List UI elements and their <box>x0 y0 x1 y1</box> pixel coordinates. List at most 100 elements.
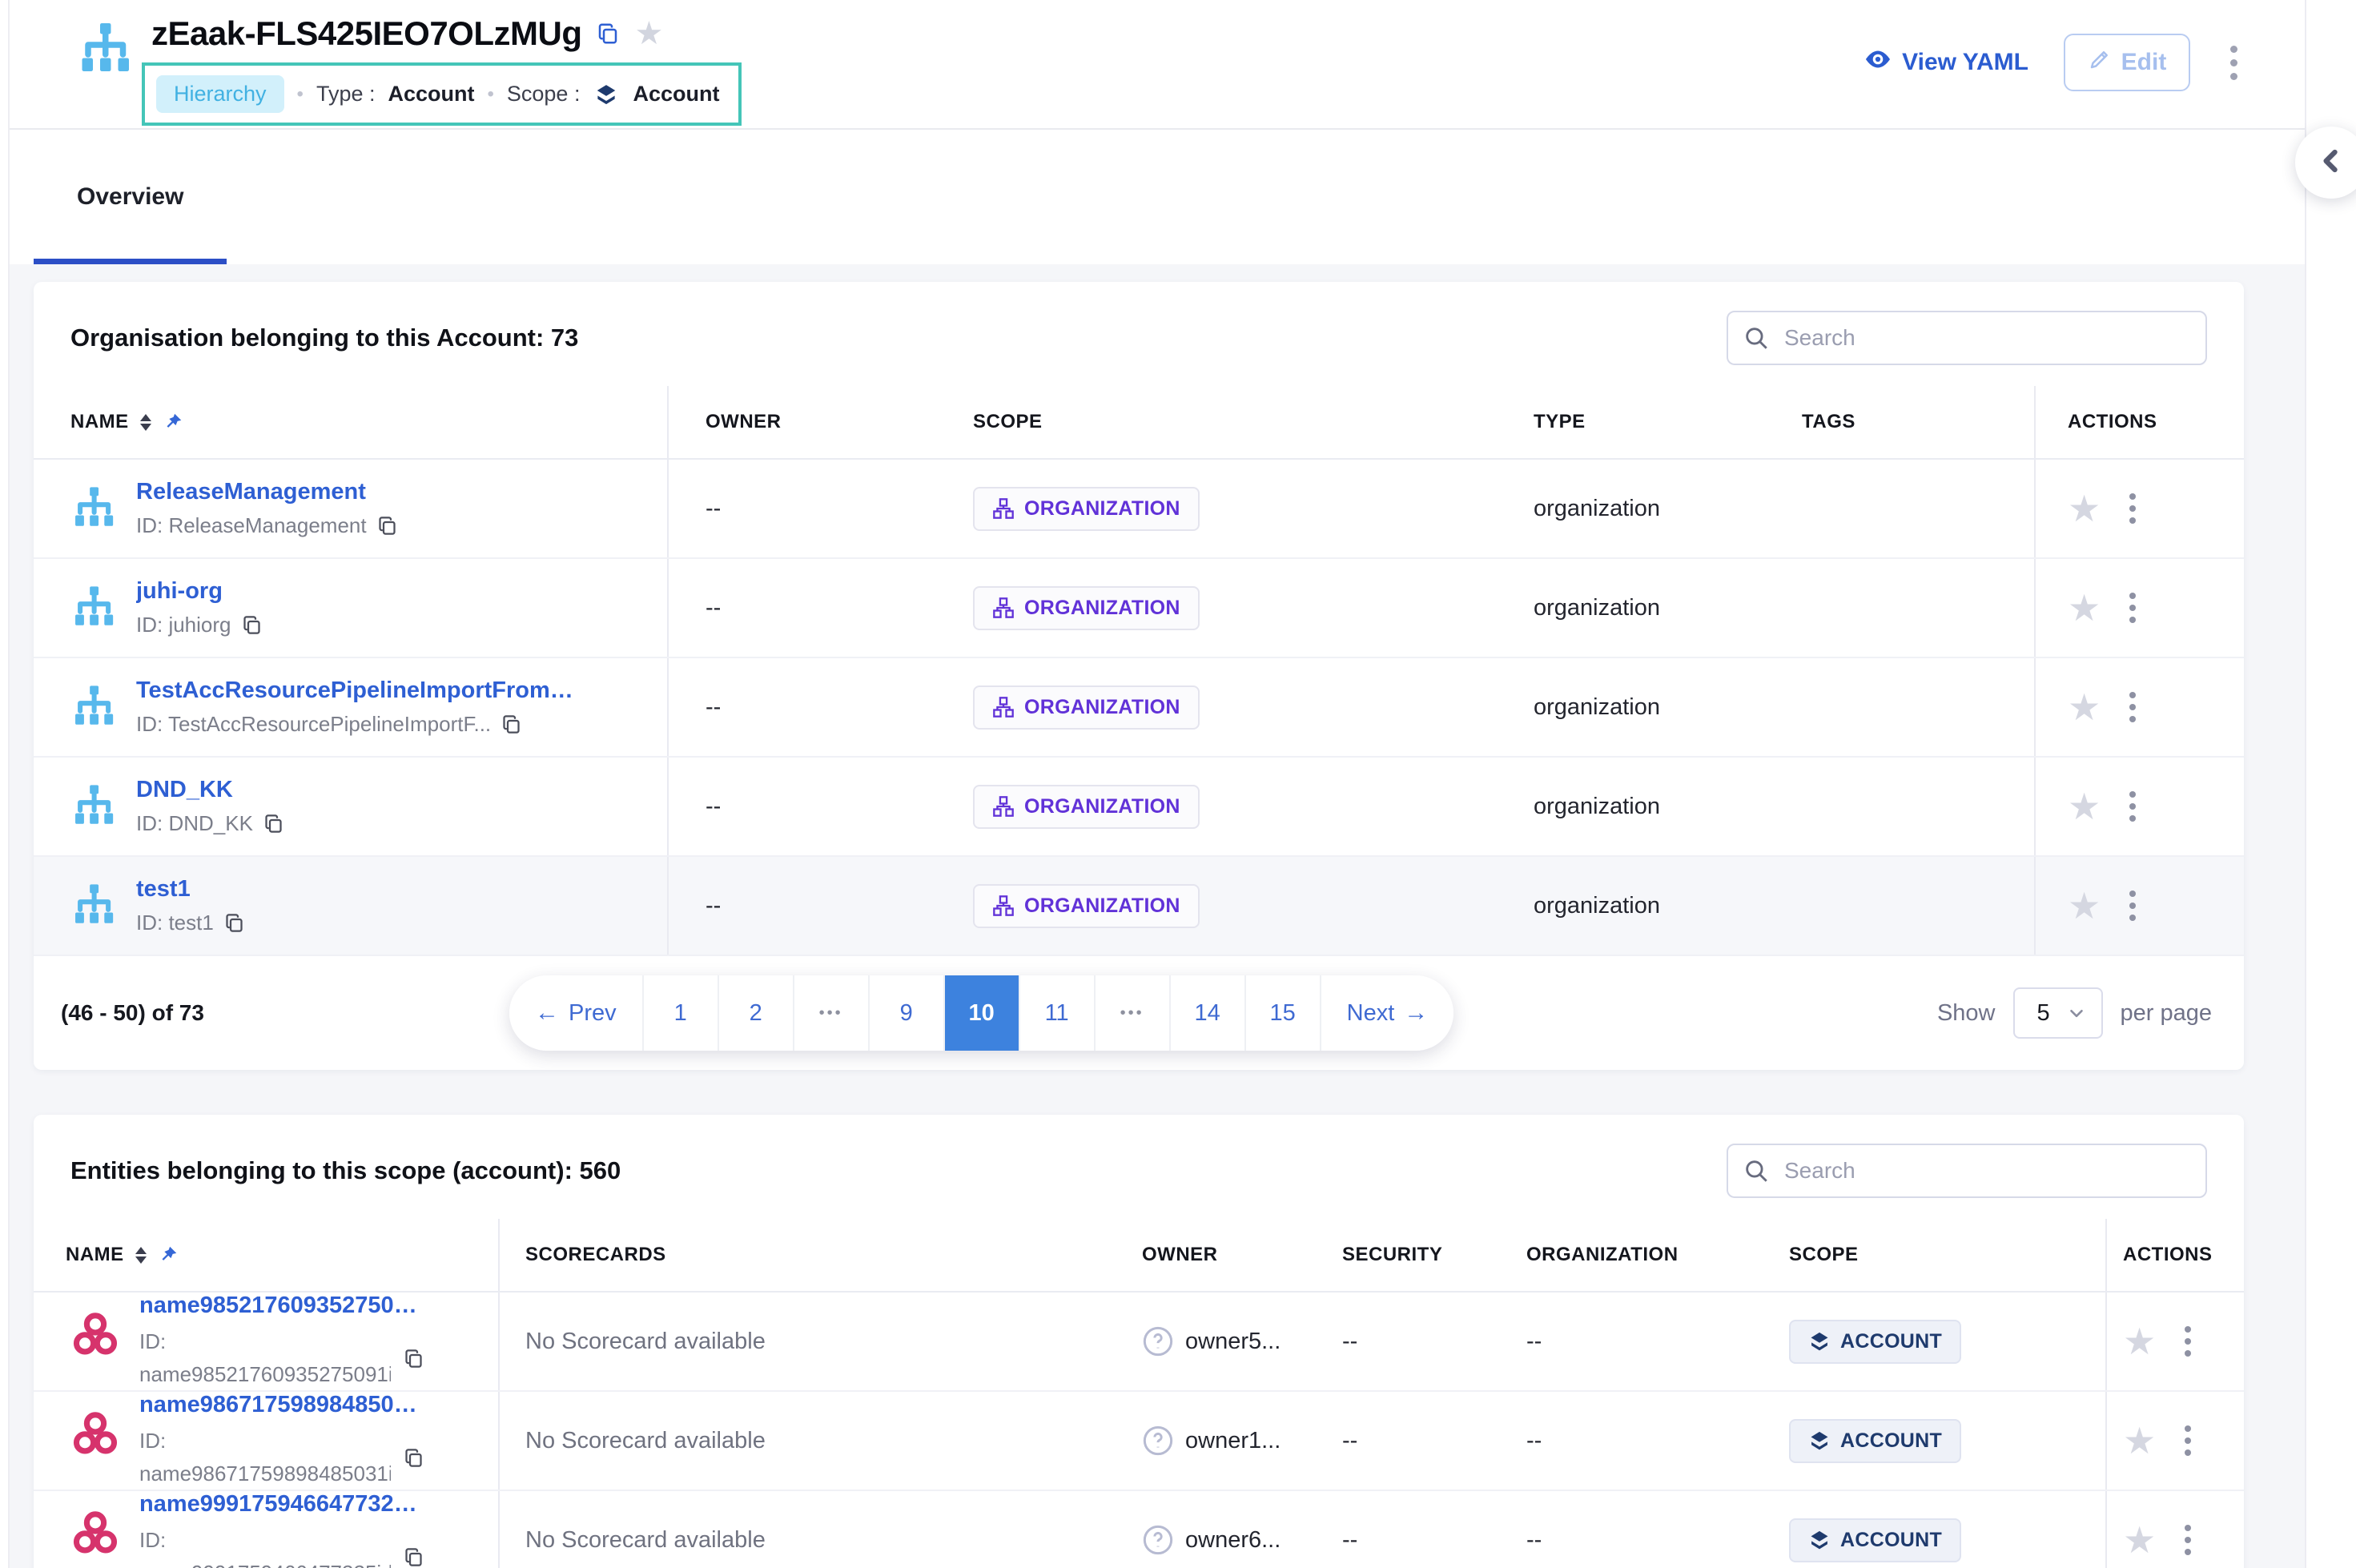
table-row: ReleaseManagement ID: ReleaseManagement … <box>34 460 2244 559</box>
tags-cell <box>1770 460 2034 557</box>
row-kebab-menu[interactable] <box>2125 786 2141 826</box>
entity-id-label: ID: <box>139 1429 166 1453</box>
org-chart-icon <box>992 597 1015 619</box>
view-yaml-button[interactable]: View YAML <box>1863 45 2028 80</box>
pagination-ellipsis: ••• <box>793 975 868 1051</box>
org-name-link[interactable]: ReleaseManagement <box>136 479 398 505</box>
row-kebab-menu[interactable] <box>2125 886 2141 926</box>
column-header-type[interactable]: TYPE <box>1502 386 1770 458</box>
entity-name-link[interactable]: name98671759898485031idp_... <box>139 1392 428 1418</box>
row-kebab-menu[interactable] <box>2125 488 2141 529</box>
page-size-select[interactable]: 5 <box>2013 987 2103 1039</box>
table-row: DND_KK ID: DND_KK -- ORGANIZATION organi… <box>34 758 2244 857</box>
org-name-link[interactable]: DND_KK <box>136 777 284 803</box>
edit-button[interactable]: Edit <box>2064 34 2190 91</box>
table-row: TestAccResourcePipelineImportFromGit_oN.… <box>34 658 2244 758</box>
column-header-scope[interactable]: SCOPE <box>941 386 1502 458</box>
favorite-star-icon[interactable]: ★ <box>634 18 663 50</box>
org-chart-icon <box>992 696 1015 718</box>
scope-badge: ACCOUNT <box>1789 1419 1961 1463</box>
column-header-name[interactable]: NAME <box>34 386 669 458</box>
row-kebab-menu[interactable] <box>2180 1321 2196 1361</box>
star-icon[interactable]: ★ <box>2068 788 2101 825</box>
row-kebab-menu[interactable] <box>2125 588 2141 628</box>
org-name-link[interactable]: test1 <box>136 876 245 903</box>
row-kebab-menu[interactable] <box>2125 687 2141 727</box>
column-header-name[interactable]: NAME <box>34 1219 500 1291</box>
organization-value: -- <box>1517 1293 1776 1390</box>
copy-id-icon[interactable] <box>403 1445 424 1467</box>
tab-overview[interactable]: Overview <box>34 130 227 264</box>
copy-id-icon[interactable] <box>223 912 245 934</box>
tags-cell <box>1770 857 2034 955</box>
org-name-link[interactable]: juhi-org <box>136 578 263 605</box>
column-header-scope[interactable]: SCOPE <box>1776 1219 2105 1291</box>
copy-id-icon[interactable] <box>403 1346 424 1368</box>
page-button-1[interactable]: 1 <box>642 975 718 1051</box>
copy-id-icon[interactable] <box>241 614 263 636</box>
search-icon <box>1743 324 1770 352</box>
copy-id-icon[interactable] <box>263 813 284 834</box>
prev-page-button[interactable]: ← Prev <box>509 975 642 1051</box>
column-header-organization[interactable]: ORGANIZATION <box>1517 1219 1776 1291</box>
star-icon[interactable]: ★ <box>2068 689 2101 726</box>
tab-bar: Overview <box>10 130 2305 264</box>
entities-table-header: NAME SCORECARDS OWNER SECURITY ORGANIZAT… <box>34 1219 2244 1293</box>
organisations-search <box>1727 311 2207 365</box>
copy-id-icon[interactable] <box>501 714 522 735</box>
organization-icon <box>70 783 117 830</box>
org-name-link[interactable]: TestAccResourcePipelineImportFromGit_oN.… <box>136 677 585 704</box>
hierarchy-badge: Hierarchy <box>156 75 284 113</box>
column-header-tags[interactable]: TAGS <box>1770 386 2034 458</box>
page-button-15[interactable]: 15 <box>1244 975 1320 1051</box>
pin-icon[interactable] <box>158 1244 179 1265</box>
org-id: ID: juhiorg <box>136 613 231 637</box>
page-button-14[interactable]: 14 <box>1169 975 1244 1051</box>
star-icon[interactable]: ★ <box>2123 1323 2156 1360</box>
owner-value: -- <box>669 658 941 756</box>
owner-value: -- <box>669 758 941 855</box>
owner-value: owner1... <box>1185 1428 1281 1454</box>
entity-id: name98521760935275091idp_ui_au... <box>139 1358 391 1390</box>
column-header-owner[interactable]: OWNER <box>669 386 941 458</box>
copy-id-icon[interactable] <box>403 1545 424 1566</box>
star-icon[interactable]: ★ <box>2068 589 2101 626</box>
page-button-11[interactable]: 11 <box>1019 975 1094 1051</box>
column-header-owner[interactable]: OWNER <box>1131 1219 1333 1291</box>
owner-value: -- <box>669 559 941 657</box>
row-kebab-menu[interactable] <box>2180 1520 2196 1560</box>
chevron-down-icon <box>2066 1003 2087 1023</box>
organisations-heading: Organisation belonging to this Account: … <box>70 324 578 352</box>
column-header-security[interactable]: SECURITY <box>1333 1219 1517 1291</box>
column-header-scorecards[interactable]: SCORECARDS <box>500 1219 1131 1291</box>
sort-icon[interactable] <box>140 414 151 431</box>
star-icon[interactable]: ★ <box>2068 490 2101 527</box>
arrow-right-icon: → <box>1404 1001 1428 1025</box>
entity-name-link[interactable]: name98521760935275091idp_... <box>139 1293 428 1319</box>
table-row: name98671759898485031idp_... ID: name986… <box>34 1392 2244 1491</box>
pin-icon[interactable] <box>163 412 183 432</box>
tags-cell <box>1770 658 2034 756</box>
layers-icon <box>1808 1529 1831 1551</box>
page-button-9[interactable]: 9 <box>868 975 943 1051</box>
copy-id-icon[interactable] <box>376 515 398 537</box>
owner-value: owner5... <box>1185 1329 1281 1355</box>
layers-icon <box>1808 1330 1831 1353</box>
page-button-10-active[interactable]: 10 <box>943 975 1019 1051</box>
copy-title-icon[interactable] <box>596 22 620 46</box>
page-button-2[interactable]: 2 <box>718 975 793 1051</box>
sort-icon[interactable] <box>135 1247 147 1264</box>
star-icon[interactable]: ★ <box>2123 1522 2156 1558</box>
organization-value: -- <box>1517 1392 1776 1490</box>
header-kebab-menu[interactable] <box>2225 41 2242 85</box>
star-icon[interactable]: ★ <box>2123 1422 2156 1459</box>
entities-search-input[interactable] <box>1727 1144 2207 1198</box>
per-page-label: per page <box>2121 1000 2213 1027</box>
dot-separator: • <box>487 83 493 106</box>
organisations-search-input[interactable] <box>1727 311 2207 365</box>
next-page-button[interactable]: Next → <box>1320 975 1454 1051</box>
entity-name-link[interactable]: name9991759466477325idp_ui... <box>139 1491 428 1518</box>
scorecards-value: No Scorecard available <box>500 1491 1131 1568</box>
star-icon[interactable]: ★ <box>2068 887 2101 924</box>
row-kebab-menu[interactable] <box>2180 1421 2196 1461</box>
